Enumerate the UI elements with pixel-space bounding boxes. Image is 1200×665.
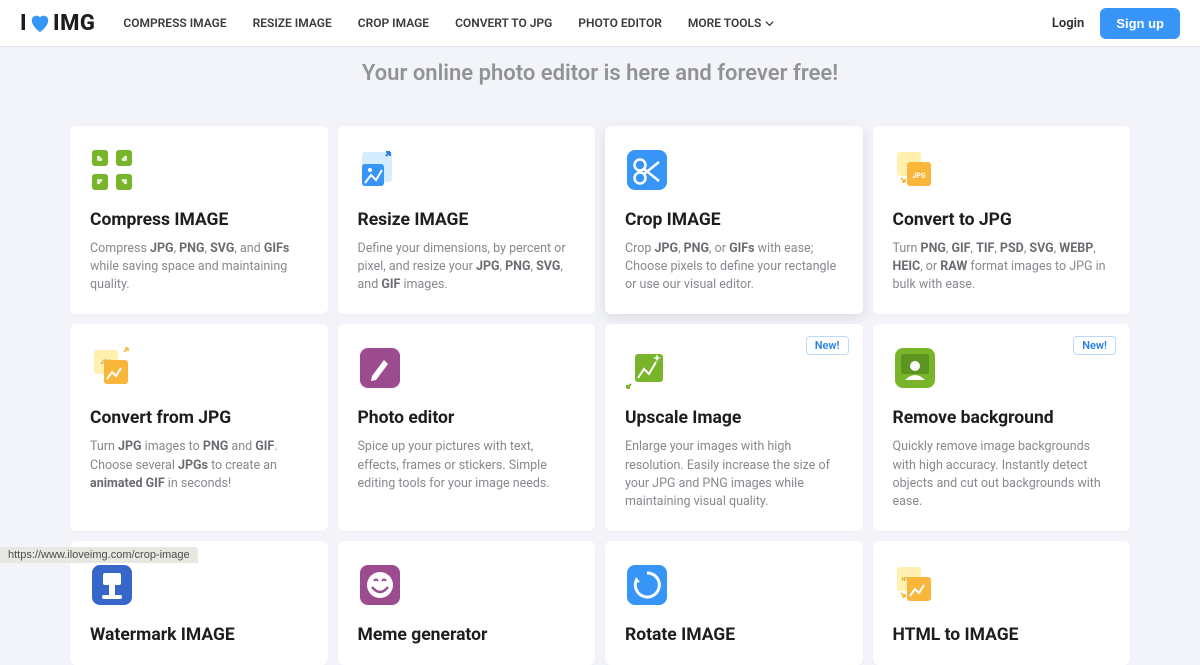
card-title: HTML to IMAGE	[893, 625, 1111, 645]
card-convert-to-jpg[interactable]: JPG Convert to JPG Turn PNG, GIF, TIF, P…	[873, 126, 1131, 314]
hero: Your online photo editor is here and for…	[0, 47, 1200, 86]
card-rotate[interactable]: Rotate IMAGE	[605, 541, 863, 665]
nav-crop[interactable]: CROP IMAGE	[358, 16, 429, 30]
nav-more[interactable]: MORE TOOLS	[688, 16, 774, 30]
card-html-to-image[interactable]: HTML HTML to IMAGE	[873, 541, 1131, 665]
card-desc: Compress JPG, PNG, SVG, and GIFs while s…	[90, 240, 308, 294]
card-convert-from-jpg[interactable]: JPG Convert from JPG Turn JPG images to …	[70, 324, 328, 531]
header: I IMG COMPRESS IMAGE RESIZE IMAGE CROP I…	[0, 0, 1200, 47]
signup-button[interactable]: Sign up	[1100, 8, 1180, 39]
photo-editor-icon	[358, 346, 576, 390]
card-title: Upscale Image	[625, 408, 843, 428]
card-meme[interactable]: Meme generator	[338, 541, 596, 665]
heart-icon	[29, 13, 51, 33]
nav-more-label: MORE TOOLS	[688, 16, 761, 30]
new-badge: New!	[1073, 336, 1116, 355]
card-desc: Enlarge your images with high resolution…	[625, 438, 843, 511]
card-upscale[interactable]: New! Upscale Image Enlarge your images w…	[605, 324, 863, 531]
card-title: Compress IMAGE	[90, 210, 308, 230]
card-title: Convert from JPG	[90, 408, 308, 428]
nav-convert[interactable]: CONVERT TO JPG	[455, 16, 552, 30]
convert-from-jpg-icon: JPG	[90, 346, 308, 390]
watermark-icon	[90, 563, 308, 607]
logo[interactable]: I IMG	[20, 11, 95, 36]
card-title: Meme generator	[358, 625, 576, 645]
card-compress[interactable]: Compress IMAGE Compress JPG, PNG, SVG, a…	[70, 126, 328, 314]
resize-icon	[358, 148, 576, 192]
nav-compress[interactable]: COMPRESS IMAGE	[123, 16, 226, 30]
hero-headline: Your online photo editor is here and for…	[0, 61, 1200, 86]
svg-text:JPG: JPG	[912, 172, 925, 180]
meme-icon	[358, 563, 576, 607]
card-title: Rotate IMAGE	[625, 625, 843, 645]
main-nav: COMPRESS IMAGE RESIZE IMAGE CROP IMAGE C…	[123, 16, 774, 30]
nav-resize[interactable]: RESIZE IMAGE	[253, 16, 332, 30]
card-desc: Crop JPG, PNG, or GIFs with ease; Choose…	[625, 240, 843, 294]
card-crop[interactable]: Crop IMAGE Crop JPG, PNG, or GIFs with e…	[605, 126, 863, 314]
logo-text-left: I	[20, 11, 27, 36]
rotate-icon	[625, 563, 843, 607]
card-desc: Quickly remove image backgrounds with hi…	[893, 438, 1111, 511]
card-title: Crop IMAGE	[625, 210, 843, 230]
card-title: Photo editor	[358, 408, 576, 428]
status-bar-url: https://www.iloveimg.com/crop-image	[0, 547, 198, 563]
nav-editor[interactable]: PHOTO EDITOR	[578, 16, 662, 30]
header-right: Login Sign up	[1052, 8, 1180, 39]
compress-icon	[90, 148, 308, 192]
tools-grid: Compress IMAGE Compress JPG, PNG, SVG, a…	[70, 126, 1130, 665]
card-resize[interactable]: Resize IMAGE Define your dimensions, by …	[338, 126, 596, 314]
crop-icon	[625, 148, 843, 192]
card-title: Resize IMAGE	[358, 210, 576, 230]
card-desc: Turn PNG, GIF, TIF, PSD, SVG, WEBP, HEIC…	[893, 240, 1111, 294]
html-to-image-icon: HTML	[893, 563, 1111, 607]
card-photo-editor[interactable]: Photo editor Spice up your pictures with…	[338, 324, 596, 531]
card-desc: Spice up your pictures with text, effect…	[358, 438, 576, 492]
card-title: Convert to JPG	[893, 210, 1111, 230]
card-remove-background[interactable]: New! Remove background Quickly remove im…	[873, 324, 1131, 531]
card-title: Remove background	[893, 408, 1111, 428]
card-title: Watermark IMAGE	[90, 625, 308, 645]
chevron-down-icon	[765, 19, 774, 28]
logo-text-right: IMG	[53, 11, 95, 36]
new-badge: New!	[806, 336, 849, 355]
login-link[interactable]: Login	[1052, 16, 1084, 31]
convert-to-jpg-icon: JPG	[893, 148, 1111, 192]
card-desc: Turn JPG images to PNG and GIF. Choose s…	[90, 438, 308, 492]
card-desc: Define your dimensions, by percent or pi…	[358, 240, 576, 294]
